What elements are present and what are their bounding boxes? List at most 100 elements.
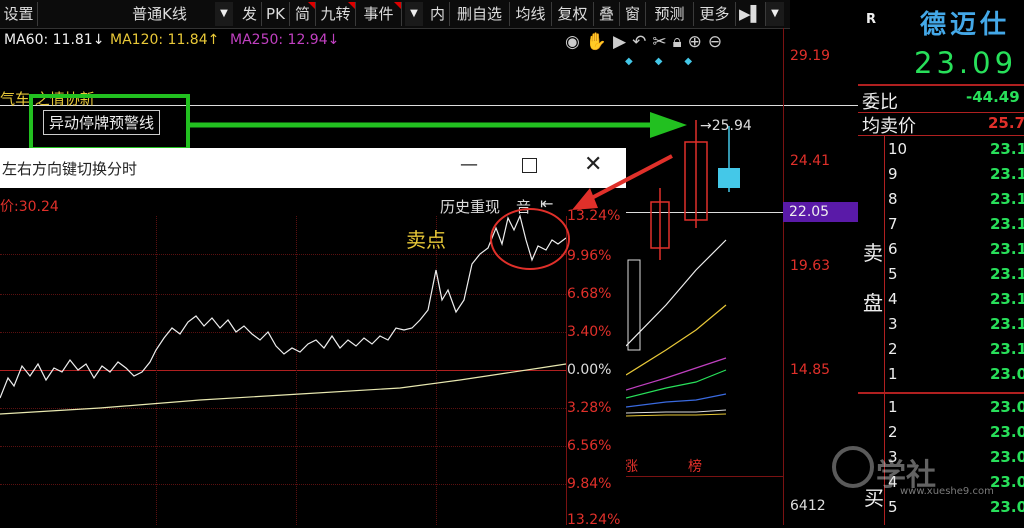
buy-price: 23.0 bbox=[990, 423, 1024, 441]
nine-turn-button[interactable]: 九转 bbox=[316, 2, 356, 26]
divider bbox=[858, 135, 1024, 136]
sell-price: 23.1 bbox=[990, 315, 1024, 333]
window-button[interactable]: 窗 bbox=[620, 2, 646, 26]
warning-line-label: 异动停牌预警线 bbox=[43, 110, 161, 135]
buy-level: 2 bbox=[888, 423, 898, 441]
ma120-label: MA120: 11.84↑ bbox=[110, 32, 220, 48]
expand-button[interactable]: ▶▌ bbox=[736, 2, 766, 26]
intraday-price-line bbox=[0, 214, 566, 415]
sell-price: 23.1 bbox=[990, 240, 1024, 258]
avg-sell-value: 25.7 bbox=[988, 114, 1024, 132]
sell-level: 9 bbox=[888, 165, 898, 183]
scissors-icon[interactable]: ✂ bbox=[652, 32, 672, 52]
sell-price: 23.1 bbox=[990, 165, 1024, 183]
ma250-label: MA250: 12.94↓ bbox=[230, 32, 340, 48]
sell-price: 23.1 bbox=[990, 140, 1024, 158]
zoom-in-icon[interactable]: ⊕ bbox=[688, 32, 708, 52]
minimize-icon[interactable]: — bbox=[460, 154, 478, 175]
sell-level: 6 bbox=[888, 240, 898, 258]
chart-tools: ◉✋▶↶✂🔒︎⊕⊖ bbox=[565, 32, 728, 52]
sell-side-label: 卖盘 bbox=[863, 241, 883, 315]
volume-label: 6412 bbox=[790, 498, 826, 514]
r-flag: R bbox=[866, 12, 877, 27]
events-button[interactable]: 事件 bbox=[356, 2, 402, 26]
buy-price: 23.0 bbox=[990, 398, 1024, 416]
axis-price-label: 24.41 bbox=[790, 153, 831, 169]
maximize-icon[interactable] bbox=[522, 158, 537, 173]
sell-price: 23.1 bbox=[990, 265, 1024, 283]
marker-diamonds: ◆◆◆ bbox=[625, 56, 715, 67]
pct-label: 9.84% bbox=[567, 476, 612, 492]
events-dropdown-icon[interactable]: ▼ bbox=[405, 2, 423, 26]
sell-price: 23.0 bbox=[990, 365, 1024, 383]
divider bbox=[858, 392, 1024, 394]
lock-icon[interactable]: 🔒︎ bbox=[673, 32, 688, 52]
axis-price-label: 29.19 bbox=[790, 48, 831, 64]
more-dropdown-icon[interactable]: ▼ bbox=[766, 2, 784, 26]
axis-price-label: 19.63 bbox=[790, 258, 831, 274]
pct-label: 3.40% bbox=[567, 324, 612, 340]
sell-level: 2 bbox=[888, 340, 898, 358]
weibi-label: 委比 bbox=[862, 92, 898, 113]
pct-label: 6.68% bbox=[567, 286, 612, 302]
peak-price-label: →25.94 bbox=[700, 118, 752, 134]
toolbar: 设置 普通K线 ▼ 发 PK 简 九转 事件 ▼ 内 删自选 均线 复权 叠 窗… bbox=[0, 0, 790, 29]
zoom-out-icon[interactable]: ⊖ bbox=[708, 32, 728, 52]
sell-point-label: 卖点 bbox=[406, 228, 446, 252]
kline-type-select[interactable]: 普通K线 bbox=[90, 2, 230, 26]
arrow-to-peak bbox=[190, 112, 687, 138]
bottom-label-zhang: 涨 bbox=[624, 459, 638, 475]
sell-level: 5 bbox=[888, 265, 898, 283]
watermark-logo bbox=[832, 446, 874, 488]
popup-titlebar: 左右方向键切换分时 — ✕ bbox=[0, 148, 626, 188]
sell-level: 8 bbox=[888, 190, 898, 208]
sell-level: 1 bbox=[888, 365, 898, 383]
ma60-label: MA60: 11.81↓ bbox=[4, 32, 105, 48]
pct-label: 13.24% bbox=[567, 512, 621, 528]
eye-icon[interactable]: ◉ bbox=[565, 32, 586, 52]
sell-price: 23.1 bbox=[990, 340, 1024, 358]
buy-price: 23.0 bbox=[990, 473, 1024, 491]
hand-icon[interactable]: ✋ bbox=[586, 32, 613, 52]
settings-button[interactable]: 设置 bbox=[0, 2, 38, 26]
pct-label: 0.00% bbox=[567, 362, 612, 378]
axis-price-label: 14.85 bbox=[790, 362, 831, 378]
sell-price: 23.1 bbox=[990, 190, 1024, 208]
popup-title: 左右方向键切换分时 bbox=[2, 160, 138, 178]
simple-button[interactable]: 简 bbox=[290, 2, 316, 26]
sell-price: 23.1 bbox=[990, 290, 1024, 308]
buy-level: 5 bbox=[888, 498, 898, 516]
overlay-button[interactable]: 叠 bbox=[594, 2, 620, 26]
adjust-button[interactable]: 复权 bbox=[552, 2, 594, 26]
pct-label: 9.96% bbox=[567, 248, 612, 264]
pct-label: 6.56% bbox=[567, 438, 612, 454]
sell-point-circle bbox=[490, 208, 570, 270]
divider bbox=[858, 84, 1024, 86]
buy-price: 23.0 bbox=[990, 498, 1024, 516]
forecast-button[interactable]: 预测 bbox=[646, 2, 694, 26]
kline-dropdown-icon[interactable]: ▼ bbox=[215, 2, 233, 26]
play-icon[interactable]: ▶ bbox=[613, 32, 632, 52]
buy-price: 23.0 bbox=[990, 448, 1024, 466]
buy-level: 1 bbox=[888, 398, 898, 416]
bottom-label-bang: 榜 bbox=[688, 459, 702, 475]
weibi-value: -44.49 bbox=[966, 88, 1020, 106]
more-button[interactable]: 更多 bbox=[694, 2, 736, 26]
undo-icon[interactable]: ↶ bbox=[632, 32, 652, 52]
ma-button[interactable]: 均线 bbox=[510, 2, 552, 26]
current-price-tag: 22.05 bbox=[783, 202, 858, 222]
sell-level: 7 bbox=[888, 215, 898, 233]
current-price: 23.09 bbox=[914, 46, 1018, 80]
delete-watchlist-button[interactable]: 删自选 bbox=[450, 2, 510, 26]
pk-button[interactable]: PK bbox=[262, 2, 290, 26]
fa-button[interactable]: 发 bbox=[238, 2, 262, 26]
arrow-to-sell-point bbox=[572, 154, 673, 210]
sell-price: 23.1 bbox=[990, 215, 1024, 233]
stock-name: 德迈仕 bbox=[920, 10, 1011, 40]
inner-button[interactable]: 内 bbox=[426, 2, 450, 26]
sell-level: 10 bbox=[888, 140, 908, 158]
watermark-url: www.xueshe9.com bbox=[900, 486, 994, 497]
sell-level: 3 bbox=[888, 315, 898, 333]
pct-label: 3.28% bbox=[567, 400, 612, 416]
sell-level: 4 bbox=[888, 290, 898, 308]
